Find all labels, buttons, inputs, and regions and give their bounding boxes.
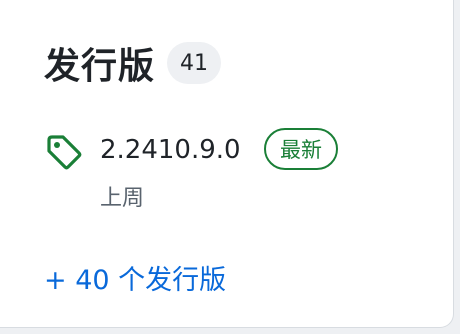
releases-panel: 发行版 41 2.2410.9.0 最新 上周 + 40 个发行版 — [0, 0, 454, 328]
release-version-link[interactable]: 2.2410.9.0 — [100, 130, 241, 170]
tag-icon — [44, 132, 84, 172]
latest-badge: 最新 — [264, 128, 338, 170]
releases-count-badge: 41 — [167, 42, 222, 84]
release-date: 上周 — [100, 186, 145, 211]
releases-title[interactable]: 发行版 — [44, 37, 155, 89]
releases-header[interactable]: 发行版 41 — [44, 37, 222, 89]
more-releases-link[interactable]: + 40 个发行版 — [44, 258, 226, 297]
